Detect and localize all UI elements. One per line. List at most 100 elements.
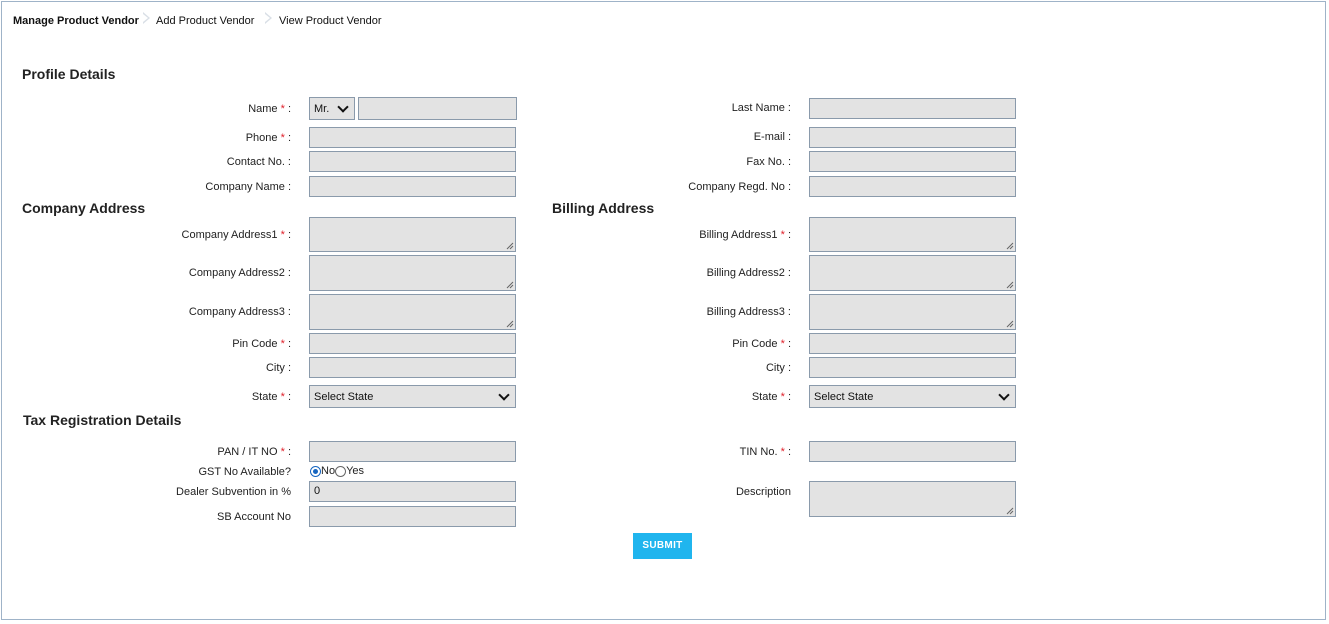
resize-grip-icon[interactable] bbox=[1006, 507, 1014, 515]
colon: : bbox=[287, 132, 291, 144]
phone-input[interactable] bbox=[309, 127, 516, 148]
gst-yes-label[interactable]: Yes bbox=[346, 465, 364, 477]
pan-input[interactable] bbox=[309, 441, 516, 462]
gst-no-label[interactable]: No bbox=[321, 465, 335, 477]
required-marker: * bbox=[780, 229, 785, 241]
billing-state-select[interactable]: Select State bbox=[809, 385, 1016, 408]
pan-label-text: PAN / IT NO bbox=[217, 446, 278, 458]
billing-address1-textarea[interactable] bbox=[809, 217, 1016, 252]
colon: : bbox=[787, 391, 791, 403]
tin-label: TIN No. * : bbox=[740, 446, 791, 458]
description-label: Description bbox=[735, 486, 791, 498]
resize-grip-icon[interactable] bbox=[1006, 320, 1014, 328]
colon: : bbox=[287, 338, 291, 350]
breadcrumb-view[interactable]: View Product Vendor bbox=[279, 15, 382, 27]
contact-input[interactable] bbox=[309, 151, 516, 172]
required-marker: * bbox=[280, 132, 285, 144]
required-marker: * bbox=[780, 338, 785, 350]
company-address1-label-text: Company Address1 bbox=[181, 229, 278, 241]
section-billing-address: Billing Address bbox=[552, 200, 655, 216]
company-address3-label: Company Address3 : bbox=[188, 306, 291, 318]
section-profile-details: Profile Details bbox=[22, 66, 116, 82]
title-select[interactable]: Mr. bbox=[309, 97, 355, 120]
resize-grip-icon[interactable] bbox=[1006, 281, 1014, 289]
company-city-label: City : bbox=[265, 362, 291, 374]
billing-address2-textarea[interactable] bbox=[809, 255, 1016, 291]
phone-label: Phone * : bbox=[246, 132, 291, 144]
billing-address1-label-text: Billing Address1 bbox=[699, 229, 778, 241]
email-label: E-mail : bbox=[753, 131, 791, 143]
breadcrumb-manage[interactable]: Manage Product Vendor bbox=[13, 15, 139, 27]
gst-radio-group: No Yes bbox=[310, 465, 364, 477]
email-input[interactable] bbox=[809, 127, 1016, 148]
billing-state-label: State * : bbox=[752, 391, 791, 403]
company-address1-label: Company Address1 * : bbox=[182, 229, 291, 241]
required-marker: * bbox=[280, 338, 285, 350]
company-address2-textarea[interactable] bbox=[309, 255, 516, 291]
required-marker: * bbox=[280, 103, 285, 115]
company-state-value: Select State bbox=[314, 390, 374, 403]
colon: : bbox=[787, 338, 791, 350]
last-name-label: Last Name : bbox=[731, 102, 791, 114]
submit-button[interactable]: SUBMIT bbox=[633, 533, 692, 559]
sb-account-label: SB Account No bbox=[217, 511, 291, 523]
state-label-text: State bbox=[251, 391, 278, 403]
name-label-text: Name bbox=[248, 103, 278, 115]
billing-city-input[interactable] bbox=[809, 357, 1016, 378]
breadcrumb-arrow-icon bbox=[143, 12, 150, 24]
fax-label: Fax No. : bbox=[746, 156, 791, 168]
pin-label-text: Pin Code bbox=[732, 338, 778, 350]
last-name-input[interactable] bbox=[809, 98, 1016, 119]
colon: : bbox=[787, 446, 791, 458]
dealer-subvention-input[interactable]: 0 bbox=[309, 481, 516, 502]
pin-label-text: Pin Code bbox=[232, 338, 278, 350]
chevron-down-icon bbox=[337, 100, 349, 113]
colon: : bbox=[287, 229, 291, 241]
company-address3-textarea[interactable] bbox=[309, 294, 516, 330]
gst-label: GST No Available? bbox=[198, 466, 291, 478]
colon: : bbox=[287, 391, 291, 403]
sb-account-input[interactable] bbox=[309, 506, 516, 527]
contact-label: Contact No. : bbox=[226, 156, 291, 168]
billing-pin-input[interactable] bbox=[809, 333, 1016, 354]
company-regd-input[interactable] bbox=[809, 176, 1016, 197]
billing-address3-textarea[interactable] bbox=[809, 294, 1016, 330]
company-address2-label: Company Address2 : bbox=[188, 267, 291, 279]
pan-label: PAN / IT NO * : bbox=[217, 446, 291, 458]
billing-address2-label: Billing Address2 : bbox=[706, 267, 791, 279]
billing-city-label: City : bbox=[765, 362, 791, 374]
company-state-label: State * : bbox=[252, 391, 291, 403]
resize-grip-icon[interactable] bbox=[1006, 242, 1014, 250]
gst-yes-radio[interactable] bbox=[335, 465, 347, 477]
fax-input[interactable] bbox=[809, 151, 1016, 172]
company-city-input[interactable] bbox=[309, 357, 516, 378]
gst-no-radio[interactable] bbox=[310, 465, 321, 477]
company-name-input[interactable] bbox=[309, 176, 516, 197]
company-address1-textarea[interactable] bbox=[309, 217, 516, 252]
breadcrumb-add[interactable]: Add Product Vendor bbox=[156, 15, 254, 27]
breadcrumb-arrow-icon bbox=[265, 12, 272, 24]
section-company-address: Company Address bbox=[22, 200, 146, 216]
resize-grip-icon[interactable] bbox=[506, 281, 514, 289]
phone-label-text: Phone bbox=[245, 132, 278, 144]
dealer-subvention-label: Dealer Subvention in % bbox=[176, 486, 291, 498]
company-regd-label: Company Regd. No : bbox=[688, 181, 791, 193]
name-label: Name * : bbox=[248, 103, 291, 115]
required-marker: * bbox=[780, 446, 785, 458]
resize-grip-icon[interactable] bbox=[506, 320, 514, 328]
title-select-value: Mr. bbox=[314, 102, 330, 115]
company-pin-input[interactable] bbox=[309, 333, 516, 354]
description-textarea[interactable] bbox=[809, 481, 1016, 517]
resize-grip-icon[interactable] bbox=[506, 242, 514, 250]
first-name-input[interactable] bbox=[358, 97, 517, 120]
colon: : bbox=[787, 229, 791, 241]
tin-label-text: TIN No. bbox=[739, 446, 778, 458]
chevron-down-icon bbox=[998, 388, 1010, 401]
billing-state-value: Select State bbox=[814, 390, 874, 403]
required-marker: * bbox=[780, 391, 785, 403]
company-state-select[interactable]: Select State bbox=[309, 385, 516, 408]
company-name-label: Company Name : bbox=[205, 181, 291, 193]
tin-input[interactable] bbox=[809, 441, 1016, 462]
colon: : bbox=[287, 446, 291, 458]
billing-pin-label: Pin Code * : bbox=[732, 338, 791, 350]
